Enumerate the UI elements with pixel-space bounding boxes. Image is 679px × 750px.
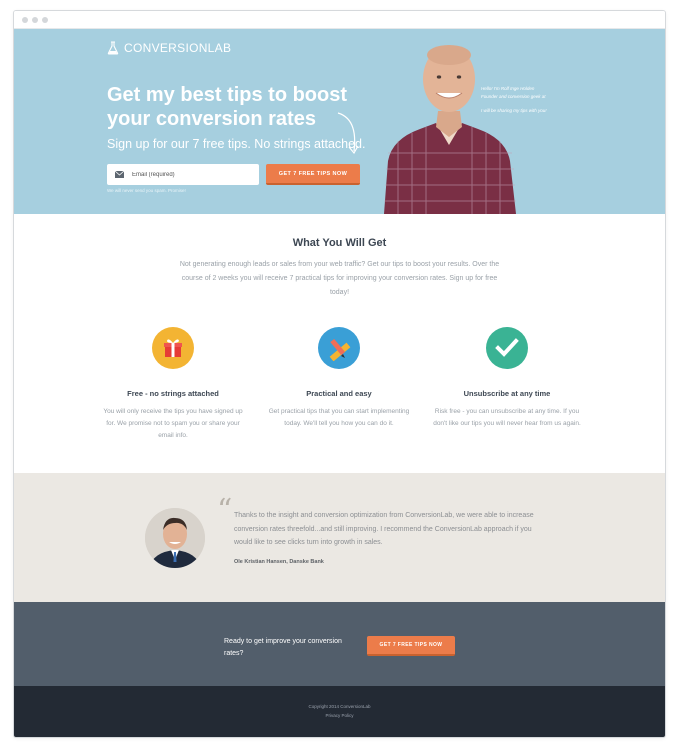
pencil-ruler-icon (318, 327, 360, 369)
curved-arrow-icon (337, 112, 359, 155)
flask-icon (107, 41, 119, 55)
bio-line: I will be sharing my tips with you! (481, 108, 547, 113)
browser-frame: CONVERSIONLAB Get my best tips to boost … (13, 10, 666, 738)
cta-text: Ready to get improve your conversion rat… (224, 638, 342, 657)
intro-text: Not generating enough leads or sales fro… (179, 261, 500, 296)
logo[interactable]: CONVERSIONLAB (107, 41, 231, 55)
feature-card: Unsubscribe at any time Risk free - you … (432, 327, 582, 430)
email-field[interactable] (107, 164, 259, 185)
feature-title: Free - no strings attached (127, 389, 219, 398)
testimonial-section: “ Thanks to the insight and conversion o… (14, 473, 665, 602)
hero-section: CONVERSIONLAB Get my best tips to boost … (14, 29, 665, 214)
checkmark-icon (486, 327, 528, 369)
privacy-policy-link[interactable]: Privacy Policy (14, 713, 665, 718)
gift-icon (152, 327, 194, 369)
hero-headline: Get my best tips to boost your conversio… (107, 84, 348, 130)
spam-note: We will never send you spam. Promise! (107, 188, 186, 193)
testimonial-author: Ole Kristian Hansen, Danske Bank (234, 559, 324, 565)
email-input[interactable] (132, 171, 252, 178)
section-title: What You Will Get (292, 237, 387, 249)
founder-photo (384, 45, 516, 214)
get-tips-button[interactable]: GET 7 FREE TIPS NOW (367, 636, 455, 656)
window-dot (22, 17, 28, 23)
feature-text: Get practical tips that you can start im… (268, 408, 410, 427)
footer: Copyright 2014 ConversionLab Privacy Pol… (14, 686, 665, 737)
feature-text: Risk free - you can unsubscribe at any t… (433, 408, 581, 427)
window-dot (42, 17, 48, 23)
envelope-icon (115, 171, 124, 178)
quote-mark-icon: “ (217, 493, 233, 528)
avatar (145, 508, 205, 568)
feature-text: You will only receive the tips you have … (103, 408, 243, 439)
founder-bio: Hello! I'm Rolf Inge Holden Founder and … (481, 85, 601, 115)
window-dot (32, 17, 38, 23)
feature-title: Unsubscribe at any time (463, 389, 551, 398)
feature-card: Free - no strings attached You will only… (98, 327, 248, 442)
feature-title: Practical and easy (306, 389, 372, 398)
bio-line: Founder and conversion geek at (481, 94, 546, 99)
logo-text: CONVERSIONLAB (124, 41, 232, 55)
hero-subline: Sign up for our 7 free tips. No strings … (107, 137, 366, 151)
testimonial-quote: Thanks to the insight and conversion opt… (234, 512, 534, 546)
feature-card: Practical and easy Get practical tips th… (264, 327, 414, 430)
browser-chrome (14, 11, 665, 29)
bio-line: Hello! I'm Rolf Inge Holden (481, 86, 535, 91)
get-tips-button[interactable]: GET 7 FREE TIPS NOW (266, 164, 360, 185)
copyright-text: Copyright 2014 ConversionLab (308, 704, 371, 709)
cta-band: Ready to get improve your conversion rat… (14, 602, 665, 686)
